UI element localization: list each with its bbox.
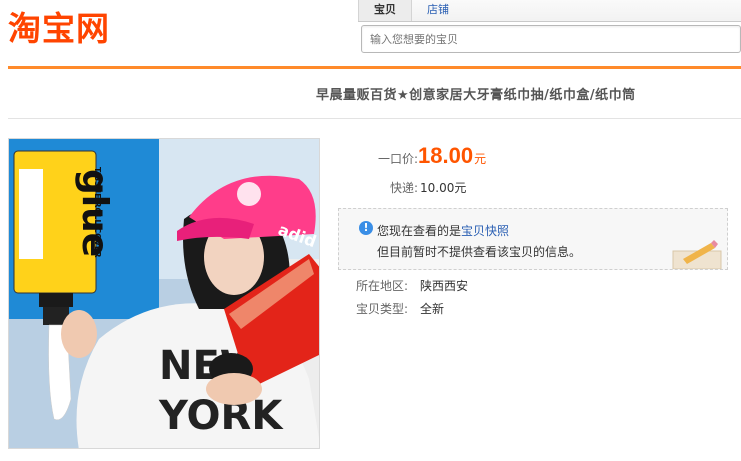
shipping-value: 10.00元 bbox=[420, 181, 467, 195]
price-value: 18.00 bbox=[418, 143, 474, 168]
search-input[interactable] bbox=[362, 26, 740, 52]
price-label: 一口价: bbox=[377, 152, 418, 166]
search-box bbox=[361, 25, 741, 53]
notice-line-2: 但目前暂时不提供查看该宝贝的信息。 bbox=[377, 245, 582, 259]
taobao-logo[interactable]: 淘宝网 bbox=[8, 10, 110, 48]
price-row: 一口价: 18.00 元 bbox=[368, 143, 486, 169]
search-area: 宝贝 店铺 bbox=[358, 0, 741, 58]
location-label: 所在地区: bbox=[356, 279, 409, 293]
header-divider bbox=[8, 66, 741, 69]
svg-text:TISSUE ROLL COVER: TISSUE ROLL COVER bbox=[93, 167, 102, 258]
product-title: 早晨量贩百货★创意家居大牙膏纸巾抽/纸巾盒/纸巾筒 bbox=[316, 88, 636, 103]
snapshot-link[interactable]: 宝贝快照 bbox=[461, 224, 509, 238]
shipping-label: 快递: bbox=[389, 181, 418, 195]
location-row: 所在地区: 陕西西安 bbox=[356, 277, 468, 294]
type-label: 宝贝类型: bbox=[356, 302, 409, 316]
tab-items[interactable]: 宝贝 bbox=[358, 0, 412, 21]
tab-shops[interactable]: 店铺 bbox=[412, 0, 464, 21]
pencil-icon bbox=[672, 240, 722, 269]
type-value: 全新 bbox=[420, 302, 445, 316]
product-image[interactable]: NEW YORK adid glue TISSUE ROLL COVER bbox=[8, 138, 320, 449]
type-row: 宝贝类型: 全新 bbox=[356, 300, 444, 317]
title-divider bbox=[8, 118, 741, 119]
info-icon: ! bbox=[359, 221, 373, 235]
shipping-row: 快递: 10.00元 bbox=[368, 179, 466, 196]
location-value: 陕西西安 bbox=[420, 279, 469, 293]
price-unit: 元 bbox=[474, 152, 487, 166]
snapshot-notice: ! 您现在查看的是宝贝快照 但目前暂时不提供查看该宝贝的信息。 bbox=[338, 208, 728, 270]
notice-prefix: 您现在查看的是 bbox=[377, 224, 462, 238]
search-tabs: 宝贝 店铺 bbox=[358, 0, 741, 22]
notice-line-1: 您现在查看的是宝贝快照 bbox=[377, 222, 509, 239]
